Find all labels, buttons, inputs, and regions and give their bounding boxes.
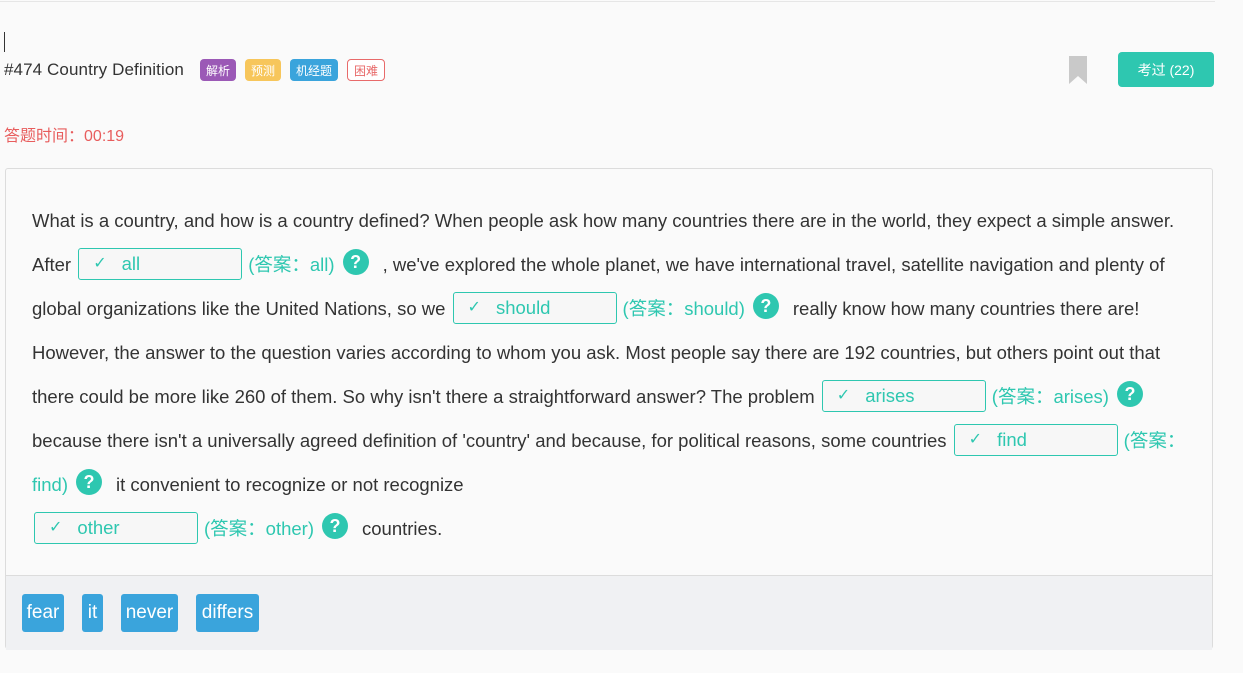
question-title: #474 Country Definition [4,60,184,79]
top-divider [0,1,1215,2]
help-icon[interactable]: ? [752,293,779,320]
blank-input-2[interactable]: ✓ should [452,292,617,325]
word-chip-differs[interactable]: differs [196,594,259,632]
tag-exam-question[interactable]: 机经题 [290,59,339,81]
answer-hint: (答案：should) [622,298,745,319]
blank-value: other [77,517,120,539]
passage-text: What is a country, and how is a country … [32,199,1192,551]
timer-value: 00:19 [84,128,125,145]
word-chip-fear[interactable]: fear [22,594,64,632]
passage-segment: countries. [362,518,443,539]
check-icon: ✓ [836,387,851,405]
bookmark-icon[interactable] [1069,56,1087,84]
blank-value: should [495,297,551,319]
tag-difficulty: 困难 [347,59,386,81]
help-icon[interactable]: ? [1116,381,1143,408]
question-card: What is a country, and how is a country … [5,168,1213,650]
check-icon: ✓ [93,255,107,273]
word-chip-it[interactable]: it [82,594,103,632]
help-icon[interactable]: ? [322,513,348,540]
blank-value: arises [865,385,915,407]
answer-hint: (答案：arises) [991,386,1109,407]
exam-count-button[interactable]: 考过 (22) [1118,52,1214,87]
text-caret [4,32,5,52]
blank-input-4[interactable]: ✓ find [953,424,1118,457]
blank-input-5[interactable]: ✓ other [34,512,198,545]
check-icon: ✓ [49,519,63,537]
check-icon: ✓ [467,299,481,317]
timer-label: 答题时间： [4,128,85,145]
question-header: #474 Country Definition 解析 预测 机经题 困难 [4,57,394,83]
tag-analysis[interactable]: 解析 [199,59,236,81]
help-icon[interactable]: ? [76,469,102,496]
blank-input-3[interactable]: ✓ arises [821,380,986,413]
word-chip-never[interactable]: never [121,594,178,632]
answer-hint: (答案：other) [204,518,314,539]
answer-timer: 答题时间：00:19 [4,122,124,146]
help-icon[interactable]: ? [342,249,369,276]
word-bank: fear it never differs [6,575,1212,650]
tag-prediction[interactable]: 预测 [244,59,281,81]
passage-segment: because there isn't a universally agreed… [32,430,947,451]
blank-value: find [997,429,1027,451]
answer-hint: (答案：all) [248,254,335,275]
check-icon: ✓ [968,431,983,449]
blank-input-1[interactable]: ✓ all [78,248,243,281]
blank-value: all [121,253,141,275]
passage-segment: it convenient to recognize or not recogn… [116,474,464,495]
